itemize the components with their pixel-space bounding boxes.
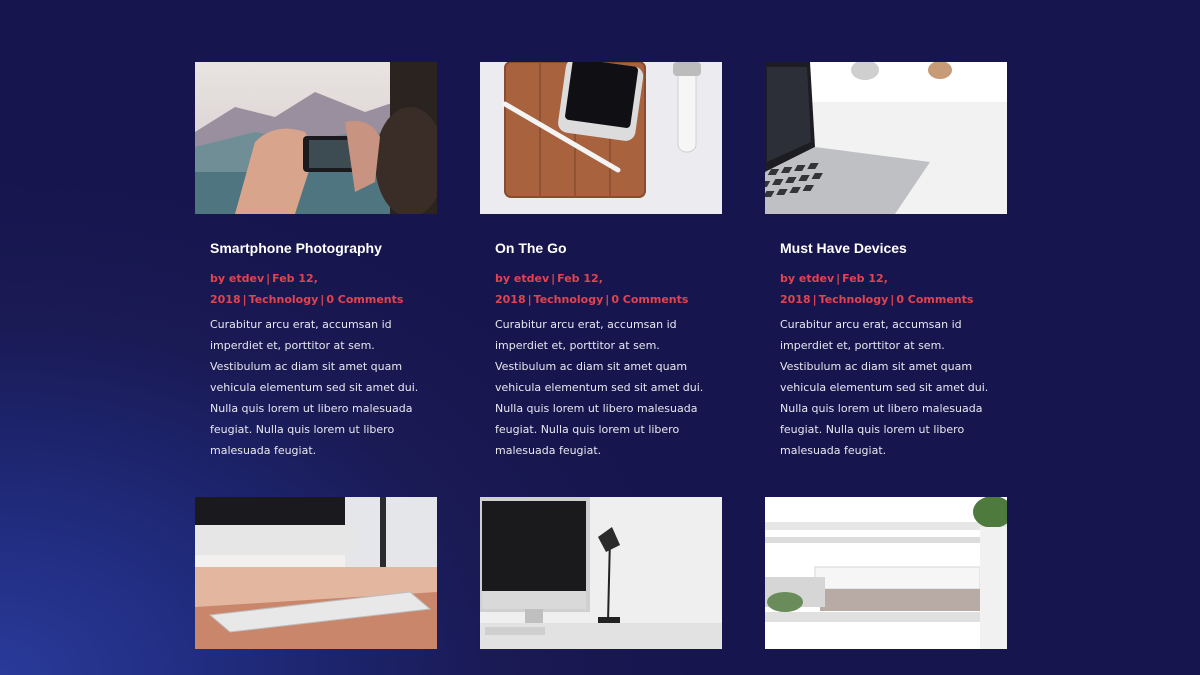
meta-by: by [495,272,511,285]
post-thumbnail-on-the-go[interactable] [480,62,722,214]
post-title[interactable]: Smartphone Photography [210,240,382,256]
post-excerpt: Curabitur arcu erat, accumsan id imperdi… [495,318,704,457]
post-category-link[interactable]: Technology [534,293,604,306]
post-card-6 [765,497,1007,649]
post-meta: by etdev | Feb 12, 2018 | Technology | 0 Comme… [780,272,974,306]
post-comments-link[interactable]: 0 Comments [611,293,688,306]
post-author-link[interactable]: etdev [799,272,834,285]
post-card-1: Smartphone Photography by etdev | Feb 12, … [195,62,437,457]
post-author-link[interactable]: etdev [514,272,549,285]
post-thumbnail-smartphone[interactable] [195,62,437,214]
post-title[interactable]: Must Have Devices [780,240,907,256]
post-thumbnail-keyboard[interactable] [195,497,437,649]
post-excerpt: Curabitur arcu erat, accumsan id imperdi… [780,318,989,457]
post-title[interactable]: On The Go [495,240,567,256]
post-card-2: On The Go by etdev | Feb 12, 2018 | Technolo… [480,62,722,457]
meta-by: by [210,272,226,285]
post-meta: by etdev | Feb 12, 2018 | Technology | 0 Comme… [210,272,404,306]
post-category-link[interactable]: Technology [819,293,889,306]
post-card-5 [480,497,722,649]
post-author-link[interactable]: etdev [229,272,264,285]
post-excerpt: Curabitur arcu erat, accumsan id imperdi… [210,318,419,457]
post-comments-link[interactable]: 0 Comments [326,293,403,306]
post-category-link[interactable]: Technology [249,293,319,306]
post-thumbnail-devices[interactable] [765,62,1007,214]
post-card-4 [195,497,437,649]
post-thumbnail-books[interactable] [765,497,1007,649]
post-meta: by etdev | Feb 12, 2018 | Technology | 0 Comme… [495,272,689,306]
meta-by: by [780,272,796,285]
post-card-3: Must Have Devices by etdev | Feb 12, 2018 |… [765,62,1007,457]
post-thumbnail-desk[interactable] [480,497,722,649]
post-comments-link[interactable]: 0 Comments [896,293,973,306]
